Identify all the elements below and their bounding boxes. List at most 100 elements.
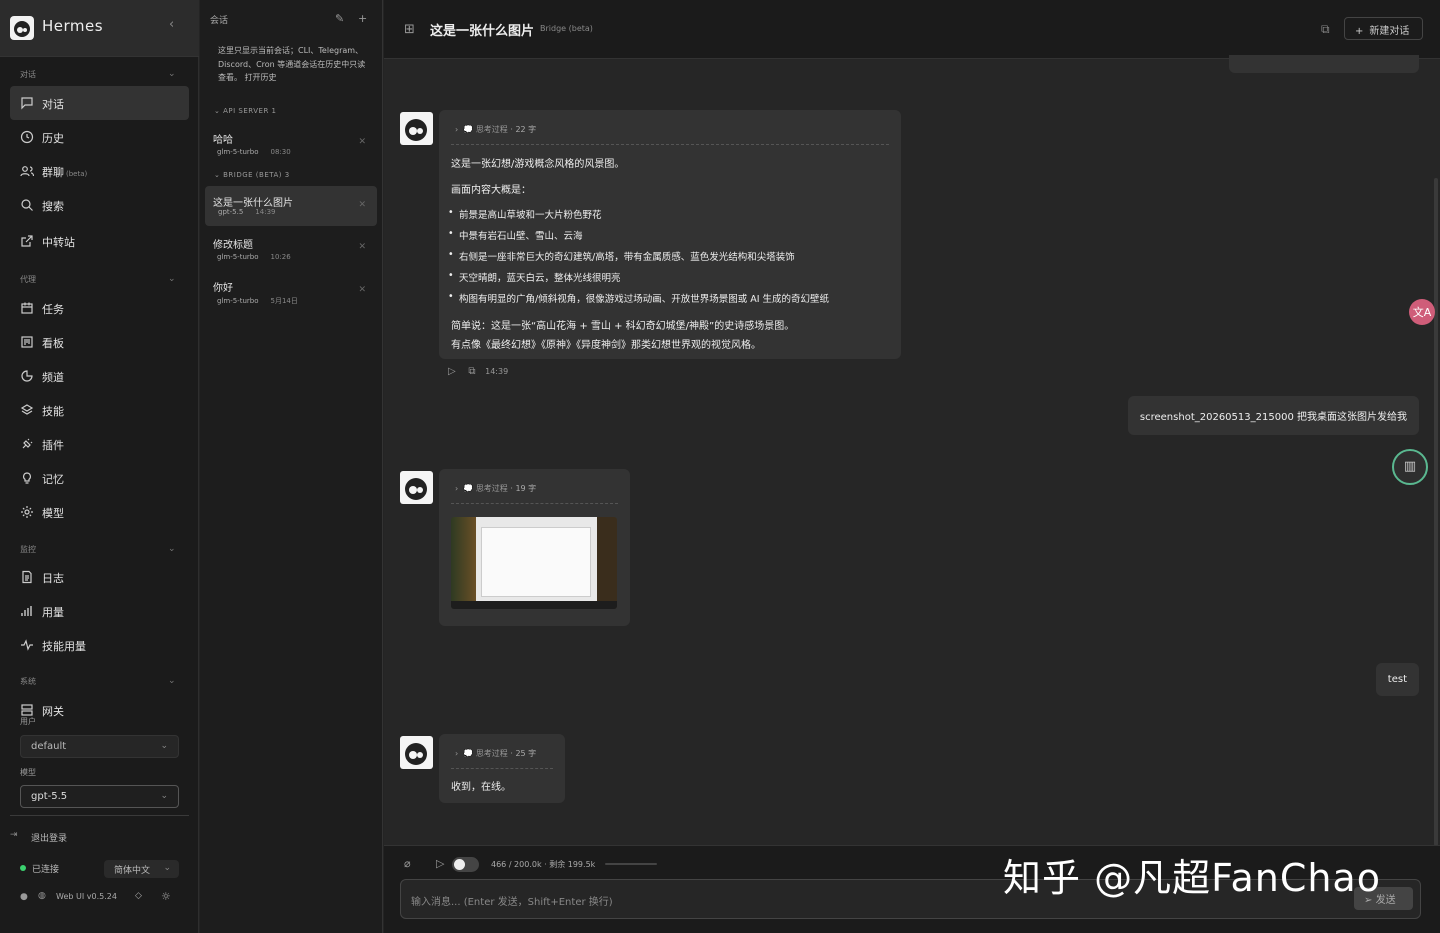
session-item[interactable]: 哈哈 glm-5-turbo 08:30 ✕	[205, 123, 377, 163]
chevron-down-icon[interactable]: ⌄	[168, 69, 176, 79]
chevron-down-icon: ⌄	[160, 791, 168, 801]
chevron-down-icon[interactable]: ⌄	[168, 544, 176, 554]
nav-memory-label: 记忆	[42, 473, 64, 486]
close-icon[interactable]: ✕	[358, 242, 366, 252]
nav-memory[interactable]: 记忆	[10, 461, 189, 495]
nav-skill-usage[interactable]: 技能用量	[10, 628, 189, 662]
session-item[interactable]: 你好 glm-5-turbo 5月14日 ✕	[205, 271, 377, 311]
nav-search[interactable]: 搜索	[10, 188, 189, 222]
nav-logs[interactable]: 日志	[10, 560, 189, 594]
github-icon[interactable]: ●	[20, 892, 28, 902]
nav-group-chat[interactable]: 群聊 (beta)	[10, 154, 189, 188]
assistant-avatar	[400, 736, 433, 769]
user-select-value: default	[31, 741, 67, 752]
plus-icon[interactable]: +	[358, 12, 367, 25]
previous-message-stub	[1229, 55, 1419, 73]
thinking-count: · 25 字	[510, 749, 537, 758]
channel-icon	[21, 370, 33, 382]
nav-relay[interactable]: 中转站	[10, 224, 189, 258]
copy-icon[interactable]: ⧉	[468, 366, 475, 377]
play-icon[interactable]: ▷	[436, 857, 444, 870]
session-meta: glm-5-turbo 5月14日	[217, 296, 298, 306]
brand-name: Hermes	[42, 17, 104, 35]
group-label: BRIDGE (BETA) 3	[223, 171, 290, 179]
chat-main: ⊞ 这是一张什么图片 Bridge (beta) ⧉ + 新建对话 › 💭 思考过…	[384, 0, 1440, 933]
thinking-toggle[interactable]: › 💭 思考过程 · 19 字	[455, 483, 536, 494]
assistant-message: › 💭 思考过程 · 22 字 这是一张幻想/游戏概念风格的风景图。 画面内容大…	[439, 110, 901, 359]
session-time: 10:26	[270, 253, 291, 261]
attach-icon[interactable]: ⌀	[404, 857, 411, 870]
session-item[interactable]: 修改标题 glm-5-turbo 10:26 ✕	[205, 228, 377, 268]
nav-plugins[interactable]: 插件	[10, 427, 189, 461]
activity-icon	[21, 639, 33, 651]
screenshot-image[interactable]	[451, 517, 617, 609]
thinking-label: 思考过程	[475, 484, 508, 493]
message-text: 画面内容大概是：	[451, 185, 531, 196]
thinking-toggle[interactable]: › 💭 思考过程 · 22 字	[455, 124, 536, 135]
thinking-toggle[interactable]: › 💭 思考过程 · 25 字	[455, 748, 536, 759]
theme-drop-icon[interactable]: ◇	[135, 891, 142, 901]
nav-tasks-label: 任务	[42, 303, 64, 316]
thought-icon: 💭	[463, 125, 474, 134]
edit-icon[interactable]: ✎	[335, 12, 344, 25]
layers-icon	[20, 404, 34, 415]
translate-button[interactable]: 文A	[1409, 299, 1435, 325]
nav-channels[interactable]: 频道	[10, 359, 189, 393]
message-time: 14:39	[485, 367, 509, 376]
close-icon[interactable]: ✕	[358, 137, 366, 147]
session-item[interactable]: 这是一张什么图片 gpt-5.5 14:39 ✕	[205, 186, 377, 226]
session-group-bridge[interactable]: ⌄ BRIDGE (BETA) 3	[214, 171, 290, 179]
grid-icon[interactable]: ⊞	[404, 22, 415, 37]
server-icon	[21, 704, 33, 716]
logout-button[interactable]: 退出登录	[31, 831, 67, 844]
close-icon[interactable]: ✕	[358, 285, 366, 295]
sun-icon[interactable]: ☼	[161, 890, 171, 903]
play-icon[interactable]: ▷	[448, 366, 456, 377]
language-select[interactable]: 简体中文 ⌄	[104, 860, 179, 878]
assistant-message: › 💭 思考过程 · 25 字 收到，在线。	[439, 734, 565, 803]
scrollbar[interactable]	[1434, 178, 1438, 846]
new-chat-button[interactable]: + 新建对话	[1344, 17, 1423, 40]
nav-chat[interactable]: 对话	[10, 86, 189, 120]
chat-icon	[21, 97, 33, 110]
session-model: gpt-5.5	[218, 208, 244, 216]
mode-toggle[interactable]	[452, 857, 479, 872]
collapse-sidebar-icon[interactable]: ‹	[169, 17, 174, 32]
copy-icon[interactable]: ⧉	[1321, 22, 1330, 37]
message-text: 简单说：这是一张“高山花海 + 雪山 + 科幻奇幻城堡/神殿”的史诗感场景图。	[451, 321, 795, 332]
nav-usage[interactable]: 用量	[10, 594, 189, 628]
chevron-down-icon[interactable]: ⌄	[168, 676, 176, 686]
thinking-count: · 22 字	[510, 125, 537, 134]
thumb-dock	[451, 601, 617, 609]
chevron-down-icon[interactable]: ⌄	[168, 274, 176, 284]
nav-models[interactable]: 模型	[10, 495, 189, 529]
user-select[interactable]: default ⌄	[20, 735, 179, 758]
nav-channels-label: 频道	[42, 371, 64, 384]
session-group-api[interactable]: ⌄ API SERVER 1	[214, 107, 277, 115]
logout-icon[interactable]: ⇥	[10, 830, 18, 840]
nav-tasks[interactable]: 任务	[10, 291, 189, 325]
session-title: 修改标题	[213, 240, 253, 251]
nav-history[interactable]: 历史	[10, 120, 189, 154]
language-value: 简体中文	[114, 866, 151, 876]
file-text-icon	[22, 570, 32, 584]
nav-skills[interactable]: 技能	[10, 393, 189, 427]
nav-search-label: 搜索	[42, 200, 64, 213]
nav-kanban[interactable]: 看板	[10, 325, 189, 359]
search-icon	[21, 199, 33, 211]
external-link-icon	[21, 235, 33, 247]
session-title: 哈哈	[213, 135, 233, 146]
nav-skill-usage-label: 技能用量	[42, 640, 86, 653]
message-bullet: 构图有明显的广角/倾斜视角，很像游戏过场动画、开放世界场景图或 AI 生成的奇幻…	[448, 291, 829, 305]
columns-icon[interactable]: ▥	[1392, 449, 1428, 485]
session-panel: 会话 ✎ + 这里只显示当前会话；CLI、Telegram、Discord、Cr…	[200, 0, 383, 933]
model-select[interactable]: gpt-5.5 ⌄	[20, 785, 179, 808]
nav-gateway[interactable]: 网关	[10, 692, 189, 718]
nav-kanban-label: 看板	[42, 337, 64, 350]
close-icon[interactable]: ✕	[358, 200, 366, 210]
plug-icon	[22, 438, 33, 449]
globe-icon[interactable]: ◍	[38, 891, 46, 901]
user-message: test	[1375, 663, 1419, 696]
app-root: Hermes ‹ 对话 ⌄ 对话 历史 群聊 (beta) 搜索 中转站 代理 ⌄	[0, 0, 1440, 933]
token-bar	[605, 863, 657, 865]
